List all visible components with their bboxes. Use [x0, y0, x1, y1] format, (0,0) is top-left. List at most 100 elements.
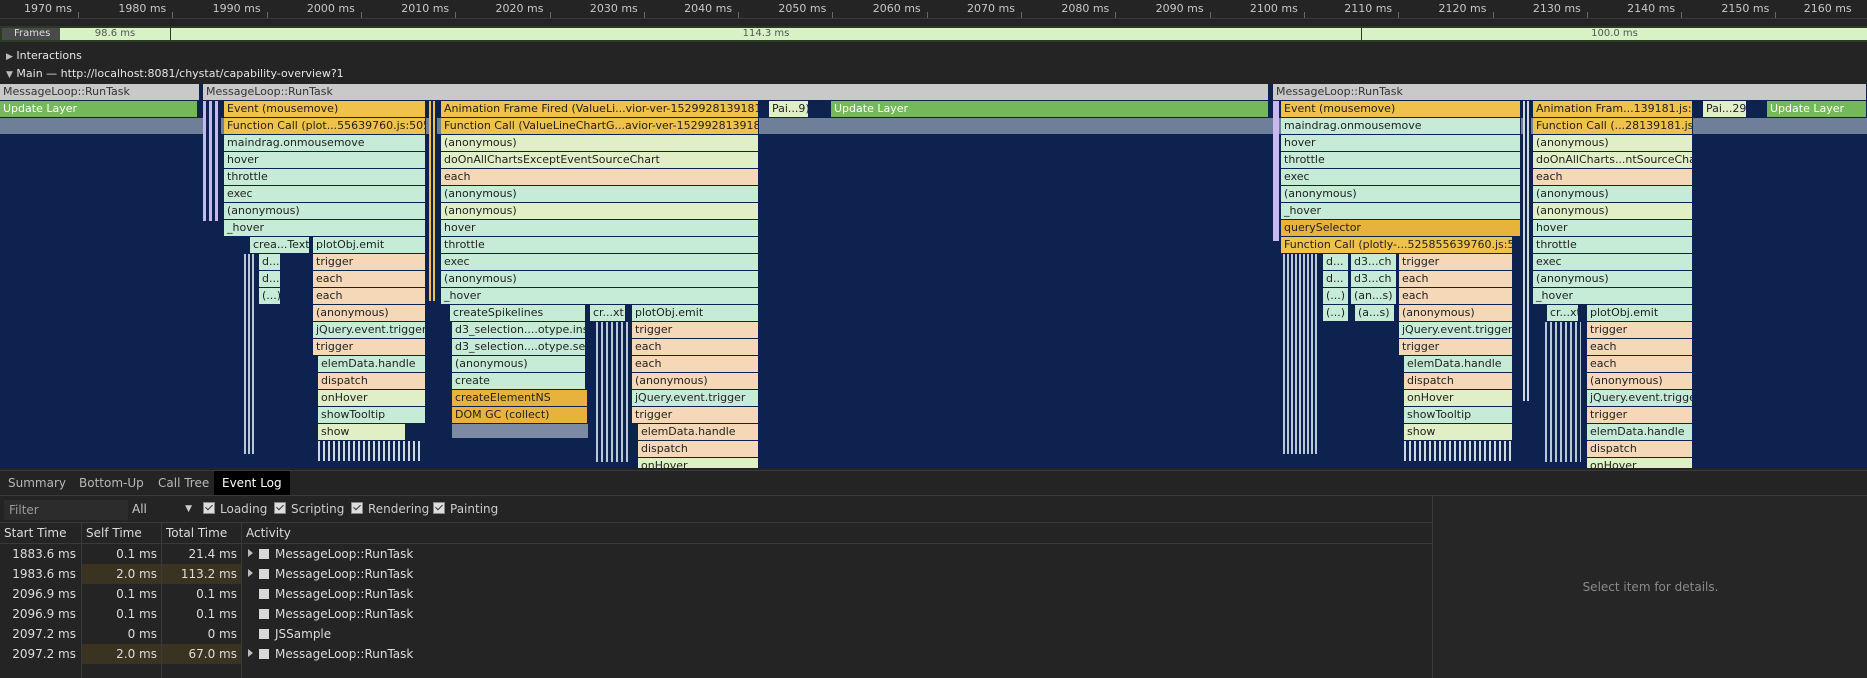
flame-block[interactable]: exec [441, 254, 759, 270]
frame-bar[interactable]: 114.3 ms [171, 28, 1362, 40]
flame-block[interactable]: (anonymous) [441, 203, 759, 219]
flame-block[interactable]: plotObj.emit [632, 305, 759, 321]
flame-block[interactable]: Update Layer [0, 101, 198, 117]
column-header-self-time[interactable]: Self Time [82, 523, 162, 543]
flame-block[interactable]: show [1404, 424, 1513, 440]
flame-block[interactable]: trigger [1399, 254, 1513, 270]
flame-block[interactable]: (anonymous) [1533, 271, 1693, 287]
expand-triangle-icon[interactable] [248, 649, 253, 657]
flame-block[interactable]: each [632, 339, 759, 355]
flame-block[interactable]: elemData.handle [1404, 356, 1513, 372]
flame-block[interactable]: throttle [441, 237, 759, 253]
flame-block[interactable]: _hover [441, 288, 759, 304]
flame-block[interactable]: each [1399, 271, 1513, 287]
flame-block[interactable]: plotObj.emit [313, 237, 426, 253]
flame-block[interactable]: d... [259, 271, 281, 287]
flame-block[interactable]: d3_selection....otype.select [452, 339, 586, 355]
flame-block[interactable]: Event (mousemove) [1281, 101, 1521, 117]
flame-block[interactable]: d3_selection....otype.insert [452, 322, 586, 338]
column-header-activity[interactable]: Activity [242, 523, 1432, 543]
filter-input[interactable]: Filter [4, 500, 128, 520]
flame-block[interactable]: _hover [224, 220, 426, 236]
expand-triangle-icon[interactable] [248, 549, 253, 557]
flame-block[interactable]: plotObj.emit [1587, 305, 1693, 321]
flame-block[interactable]: _hover [1533, 288, 1693, 304]
flame-block[interactable]: Animation Frame Fired (ValueLi...vior-ve… [441, 101, 759, 117]
flame-block[interactable]: onHover [318, 390, 426, 406]
collapse-arrow-icon[interactable]: ▼ [6, 70, 13, 80]
flame-block[interactable]: each [632, 356, 759, 372]
flame-block[interactable]: onHover [638, 458, 759, 468]
flame-block[interactable]: jQuery.event.trigger [632, 390, 759, 406]
flame-block[interactable]: each [313, 271, 426, 287]
loading-checkbox[interactable]: Loading [203, 501, 267, 517]
flame-block[interactable]: (anonymous) [313, 305, 426, 321]
flame-block[interactable]: each [441, 169, 759, 185]
flame-block[interactable]: Function Call (plot...55639760.js:50518) [224, 118, 426, 134]
flame-block[interactable]: cr...xt [590, 305, 626, 321]
flame-block[interactable]: trigger [632, 407, 759, 423]
flame-block[interactable]: dispatch [638, 441, 759, 457]
flame-block[interactable]: jQuery.event.trigger [1587, 390, 1693, 406]
table-row[interactable]: 2096.9 ms 0.1 ms 0.1 ms MessageLoop::RunTas… [0, 604, 1432, 624]
flame-block[interactable]: elemData.handle [638, 424, 759, 440]
flame-block[interactable]: elemData.handle [318, 356, 426, 372]
expand-triangle-icon[interactable] [248, 569, 253, 577]
flame-block[interactable]: Function Call (ValueLineChartG...avior-v… [441, 118, 759, 134]
flame-block[interactable]: cr...xt [1547, 305, 1579, 321]
frame-bar[interactable]: 100.0 ms [1362, 28, 1867, 40]
table-row[interactable]: 1983.6 ms 2.0 ms 113.2 ms MessageLoop::RunT… [0, 564, 1432, 584]
flame-block[interactable]: d3...ch [1351, 254, 1397, 270]
flame-block[interactable]: jQuery.event.trigger [1399, 322, 1513, 338]
flame-block[interactable]: show [318, 424, 406, 440]
tab-summary[interactable]: Summary [0, 471, 74, 495]
flame-block[interactable]: (anonymous) [441, 271, 759, 287]
flame-block[interactable]: (...) [259, 288, 281, 304]
flame-block[interactable]: (anonymous) [1281, 186, 1521, 202]
flame-block[interactable]: (anonymous) [1533, 203, 1693, 219]
frames-track[interactable]: Frames 98.6 ms 114.3 ms 100.0 ms [0, 26, 1867, 42]
table-row[interactable]: 2097.2 ms 0 ms 0 ms JSSample [0, 624, 1432, 644]
table-row[interactable]: 1883.6 ms 0.1 ms 21.4 ms MessageLoop::RunTa… [0, 544, 1432, 564]
flame-block[interactable]: showTooltip [1404, 407, 1513, 423]
flame-block[interactable]: Pai...29) [1703, 101, 1747, 117]
scripting-checkbox[interactable]: Scripting [274, 501, 344, 517]
flame-block[interactable]: hover [1281, 135, 1521, 151]
flame-block[interactable]: (anonymous) [441, 135, 759, 151]
flame-block[interactable]: each [1587, 339, 1693, 355]
flame-block[interactable]: trigger [313, 254, 426, 270]
flame-block[interactable]: Update Layer [831, 101, 1269, 117]
flame-chart[interactable]: MessageLoop::RunTask MessageLoop::RunTas… [0, 84, 1867, 468]
flame-block[interactable]: maindrag.onmousemove [1281, 118, 1521, 134]
flame-block[interactable]: throttle [224, 169, 426, 185]
flame-block[interactable]: createSpikelines [450, 305, 586, 321]
flame-block[interactable]: exec [1533, 254, 1693, 270]
category-select[interactable]: All ▼ [132, 500, 192, 518]
flame-block[interactable]: (anonymous) [1533, 135, 1693, 151]
flame-block[interactable]: onHover [1404, 390, 1513, 406]
tab-event-log[interactable]: Event Log [214, 471, 290, 495]
flame-block[interactable]: DOM GC (collect) [452, 407, 588, 423]
tab-call-tree[interactable]: Call Tree [150, 471, 217, 495]
flame-block[interactable]: (an...s) [1351, 288, 1397, 304]
frame-bar[interactable]: 98.6 ms [60, 28, 171, 40]
expand-arrow-icon[interactable]: ▶ [6, 52, 13, 62]
task-block[interactable]: MessageLoop::RunTask [1273, 84, 1867, 100]
flame-block[interactable]: each [1399, 288, 1513, 304]
flame-block[interactable]: exec [224, 186, 426, 202]
tab-bottom-up[interactable]: Bottom-Up [71, 471, 152, 495]
table-row[interactable]: 2097.2 ms 2.0 ms 67.0 ms MessageLoop::RunTa… [0, 644, 1432, 664]
flame-block[interactable]: trigger [313, 339, 426, 355]
flame-block[interactable]: dispatch [1404, 373, 1513, 389]
flame-block[interactable]: hover [224, 152, 426, 168]
flame-block[interactable]: exec [1281, 169, 1521, 185]
flame-block[interactable]: dispatch [1587, 441, 1693, 457]
flame-block[interactable]: maindrag.onmousemove [224, 135, 426, 151]
flame-block[interactable]: create [452, 373, 586, 389]
flame-block[interactable]: each [1533, 169, 1693, 185]
flame-block[interactable]: jQuery.event.trigger [313, 322, 426, 338]
flame-block[interactable]: Function Call (plotly-...525855639760.js… [1281, 237, 1513, 253]
flame-block[interactable]: throttle [1281, 152, 1521, 168]
flame-block[interactable]: querySelector [1281, 220, 1521, 236]
flame-block[interactable]: d3...ch [1351, 271, 1397, 287]
